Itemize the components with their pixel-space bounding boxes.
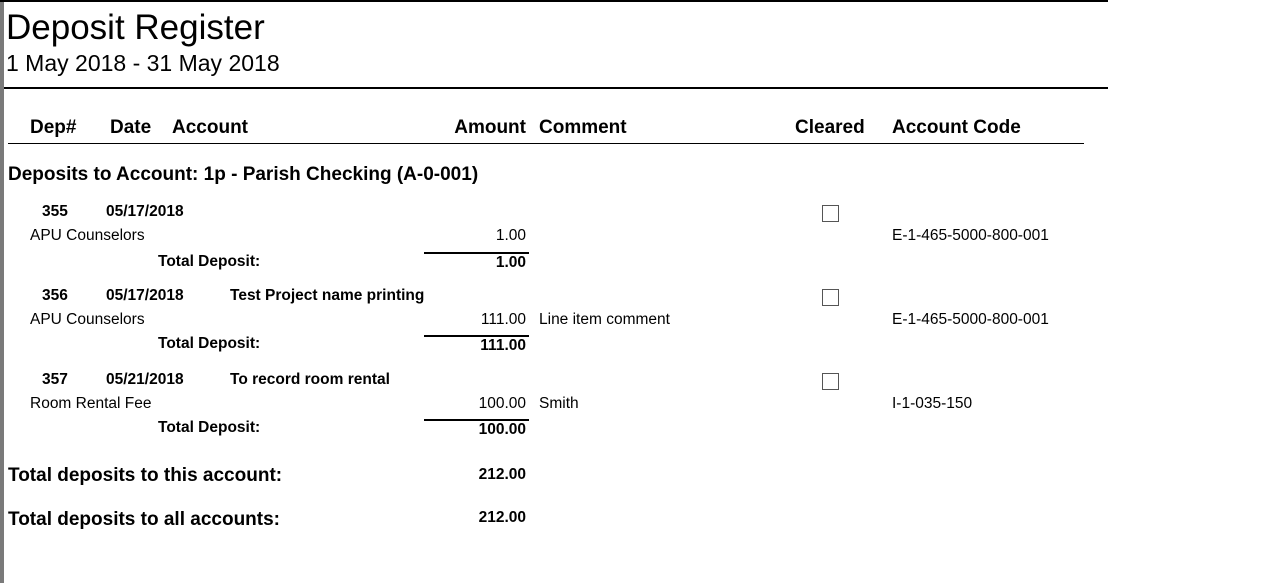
deposit-number: 357 <box>42 371 68 388</box>
line-account: APU Counselors <box>30 227 145 244</box>
column-header-divider <box>8 143 1084 144</box>
line-amount: 111.00 <box>480 311 526 328</box>
line-comment: Smith <box>539 395 579 412</box>
total-deposit-label: Total Deposit: <box>158 335 261 352</box>
deposit-date: 05/17/2018 <box>106 203 184 220</box>
report-title: Deposit Register <box>6 8 265 47</box>
deposit-number: 356 <box>42 287 68 304</box>
total-deposit-amount: 100.00 <box>478 421 526 438</box>
cleared-checkbox[interactable] <box>822 289 839 306</box>
line-account-code: E-1-465-5000-800-001 <box>892 227 1049 244</box>
cleared-checkbox[interactable] <box>822 205 839 222</box>
deposit-date: 05/17/2018 <box>106 287 184 304</box>
top-border <box>0 0 1108 2</box>
line-account: APU Counselors <box>30 311 145 328</box>
deposit-description: Test Project name printing <box>230 287 425 304</box>
header-divider <box>4 87 1108 89</box>
total-deposit-amount: 111.00 <box>480 337 526 354</box>
col-header-amount: Amount <box>454 117 526 138</box>
col-header-comment: Comment <box>539 117 627 138</box>
line-amount: 1.00 <box>495 227 526 244</box>
line-comment: Line item comment <box>539 311 670 328</box>
all-accounts-total-label: Total deposits to all accounts: <box>8 509 281 530</box>
col-header-dep: Dep# <box>30 117 77 138</box>
cleared-checkbox[interactable] <box>822 373 839 390</box>
deposit-description: To record room rental <box>230 371 390 388</box>
col-header-account-code: Account Code <box>892 117 1021 138</box>
account-total-label: Total deposits to this account: <box>8 465 283 486</box>
all-accounts-total-amount: 212.00 <box>478 509 526 526</box>
report-date-range: 1 May 2018 - 31 May 2018 <box>6 50 280 76</box>
total-deposit-label: Total Deposit: <box>158 419 261 436</box>
deposit-date: 05/21/2018 <box>106 371 184 388</box>
col-header-account: Account <box>172 117 248 138</box>
col-header-cleared: Cleared <box>795 117 865 138</box>
deposit-number: 355 <box>42 203 68 220</box>
account-group-title: Deposits to Account: 1p - Parish Checkin… <box>8 164 479 185</box>
line-account: Room Rental Fee <box>30 395 152 412</box>
line-amount: 100.00 <box>478 395 526 412</box>
total-deposit-amount: 1.00 <box>495 254 526 271</box>
col-header-date: Date <box>110 117 152 138</box>
account-total-amount: 212.00 <box>478 466 526 483</box>
line-account-code: I-1-035-150 <box>892 395 973 412</box>
total-deposit-label: Total Deposit: <box>158 253 261 270</box>
line-account-code: E-1-465-5000-800-001 <box>892 311 1049 328</box>
